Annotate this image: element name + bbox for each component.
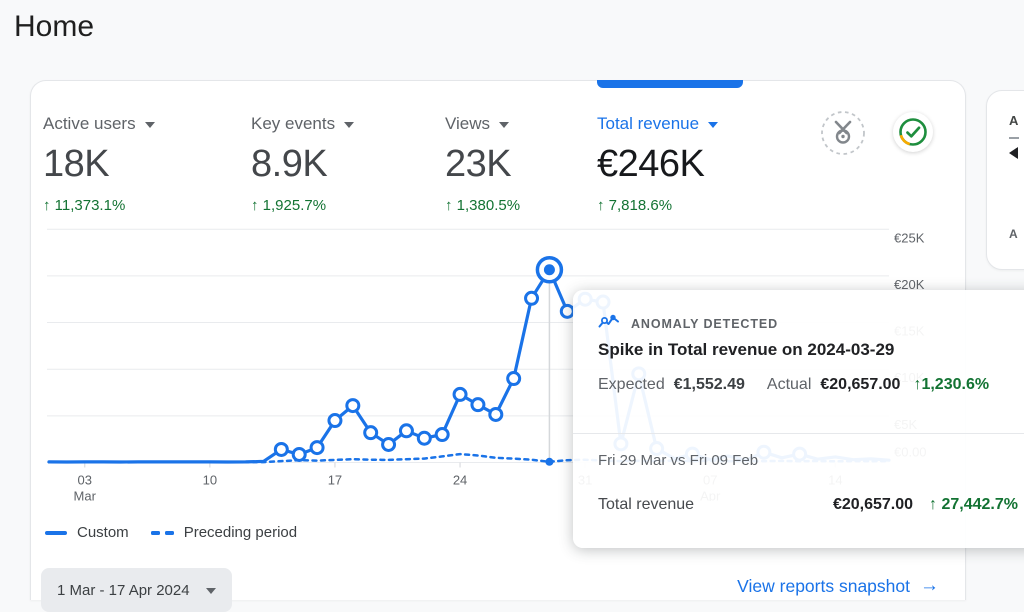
medal-icon[interactable]: [820, 110, 866, 156]
tooltip-metric-change: ↑ 27,442.7%: [929, 496, 1018, 514]
arrow-right-icon: →: [920, 575, 939, 597]
actual-label: Actual: [767, 376, 811, 394]
legend-label-custom: Custom: [77, 524, 129, 541]
svg-text:Mar: Mar: [74, 489, 97, 502]
actual-value: €20,657.00: [820, 376, 900, 394]
svg-text:€25K: €25K: [894, 230, 925, 245]
side-card-header-fragment: A: [1009, 113, 1018, 128]
expected-label: Expected: [598, 376, 665, 394]
anomaly-badge-label: ANOMALY DETECTED: [631, 317, 778, 331]
chevron-down-icon: [708, 122, 718, 128]
side-card-dash: [1009, 137, 1019, 139]
expected-value: €1,552.49: [674, 376, 745, 394]
anomaly-expected-row: Expected €1,552.49 Actual €20,657.00 ↑1,…: [598, 376, 989, 394]
legend-label-preceding: Preceding period: [184, 524, 297, 541]
anomaly-change: ↑1,230.6%: [913, 376, 989, 394]
svg-text:24: 24: [453, 473, 467, 488]
chevron-down-icon: [206, 588, 216, 594]
check-circle-icon[interactable]: [893, 112, 933, 152]
realtime-card-partial[interactable]: A A: [986, 90, 1024, 270]
view-reports-label: View reports snapshot: [737, 576, 910, 597]
metric-label: Views: [445, 114, 490, 134]
tooltip-metric-value: €20,657.00: [833, 496, 913, 514]
tooltip-divider: [573, 433, 1024, 434]
comparison-dates: Fri 29 Mar vs Fri 09 Feb: [598, 452, 758, 469]
metric-label: Key events: [251, 114, 335, 134]
side-card-value-fragment: [1009, 147, 1018, 159]
metric-value: 18K: [43, 143, 155, 186]
metric-value: €246K: [597, 143, 718, 186]
svg-text:03: 03: [78, 473, 92, 488]
anomaly-chart-icon: [598, 314, 620, 334]
legend-solid-swatch: [45, 531, 67, 535]
metric-value: 23K: [445, 143, 520, 186]
anomaly-title: Spike in Total revenue on 2024-03-29: [598, 340, 894, 360]
tooltip-metric-label: Total revenue: [598, 496, 694, 514]
carousel-active-tab-indicator: [597, 80, 743, 88]
svg-text:17: 17: [328, 473, 342, 488]
anomaly-tooltip: ANOMALY DETECTED Spike in Total revenue …: [573, 290, 1024, 548]
svg-text:10: 10: [203, 473, 217, 488]
page-title: Home: [14, 10, 94, 44]
date-range-label: 1 Mar - 17 Apr 2024: [57, 582, 190, 599]
chevron-down-icon: [344, 122, 354, 128]
metric-label: Active users: [43, 114, 136, 134]
tooltip-metric-row: Total revenue €20,657.00 ↑ 27,442.7%: [598, 496, 1018, 514]
metric-label: Total revenue: [597, 114, 699, 134]
metric-value: 8.9K: [251, 143, 354, 186]
chevron-down-icon: [145, 122, 155, 128]
view-reports-snapshot-link[interactable]: View reports snapshot →: [737, 575, 939, 597]
side-card-footer-fragment: A: [1009, 227, 1018, 241]
date-range-picker[interactable]: 1 Mar - 17 Apr 2024: [41, 568, 232, 612]
legend-dashed-swatch: [151, 531, 174, 535]
chevron-down-icon: [499, 122, 509, 128]
chart-legend: Custom Preceding period: [45, 524, 297, 541]
